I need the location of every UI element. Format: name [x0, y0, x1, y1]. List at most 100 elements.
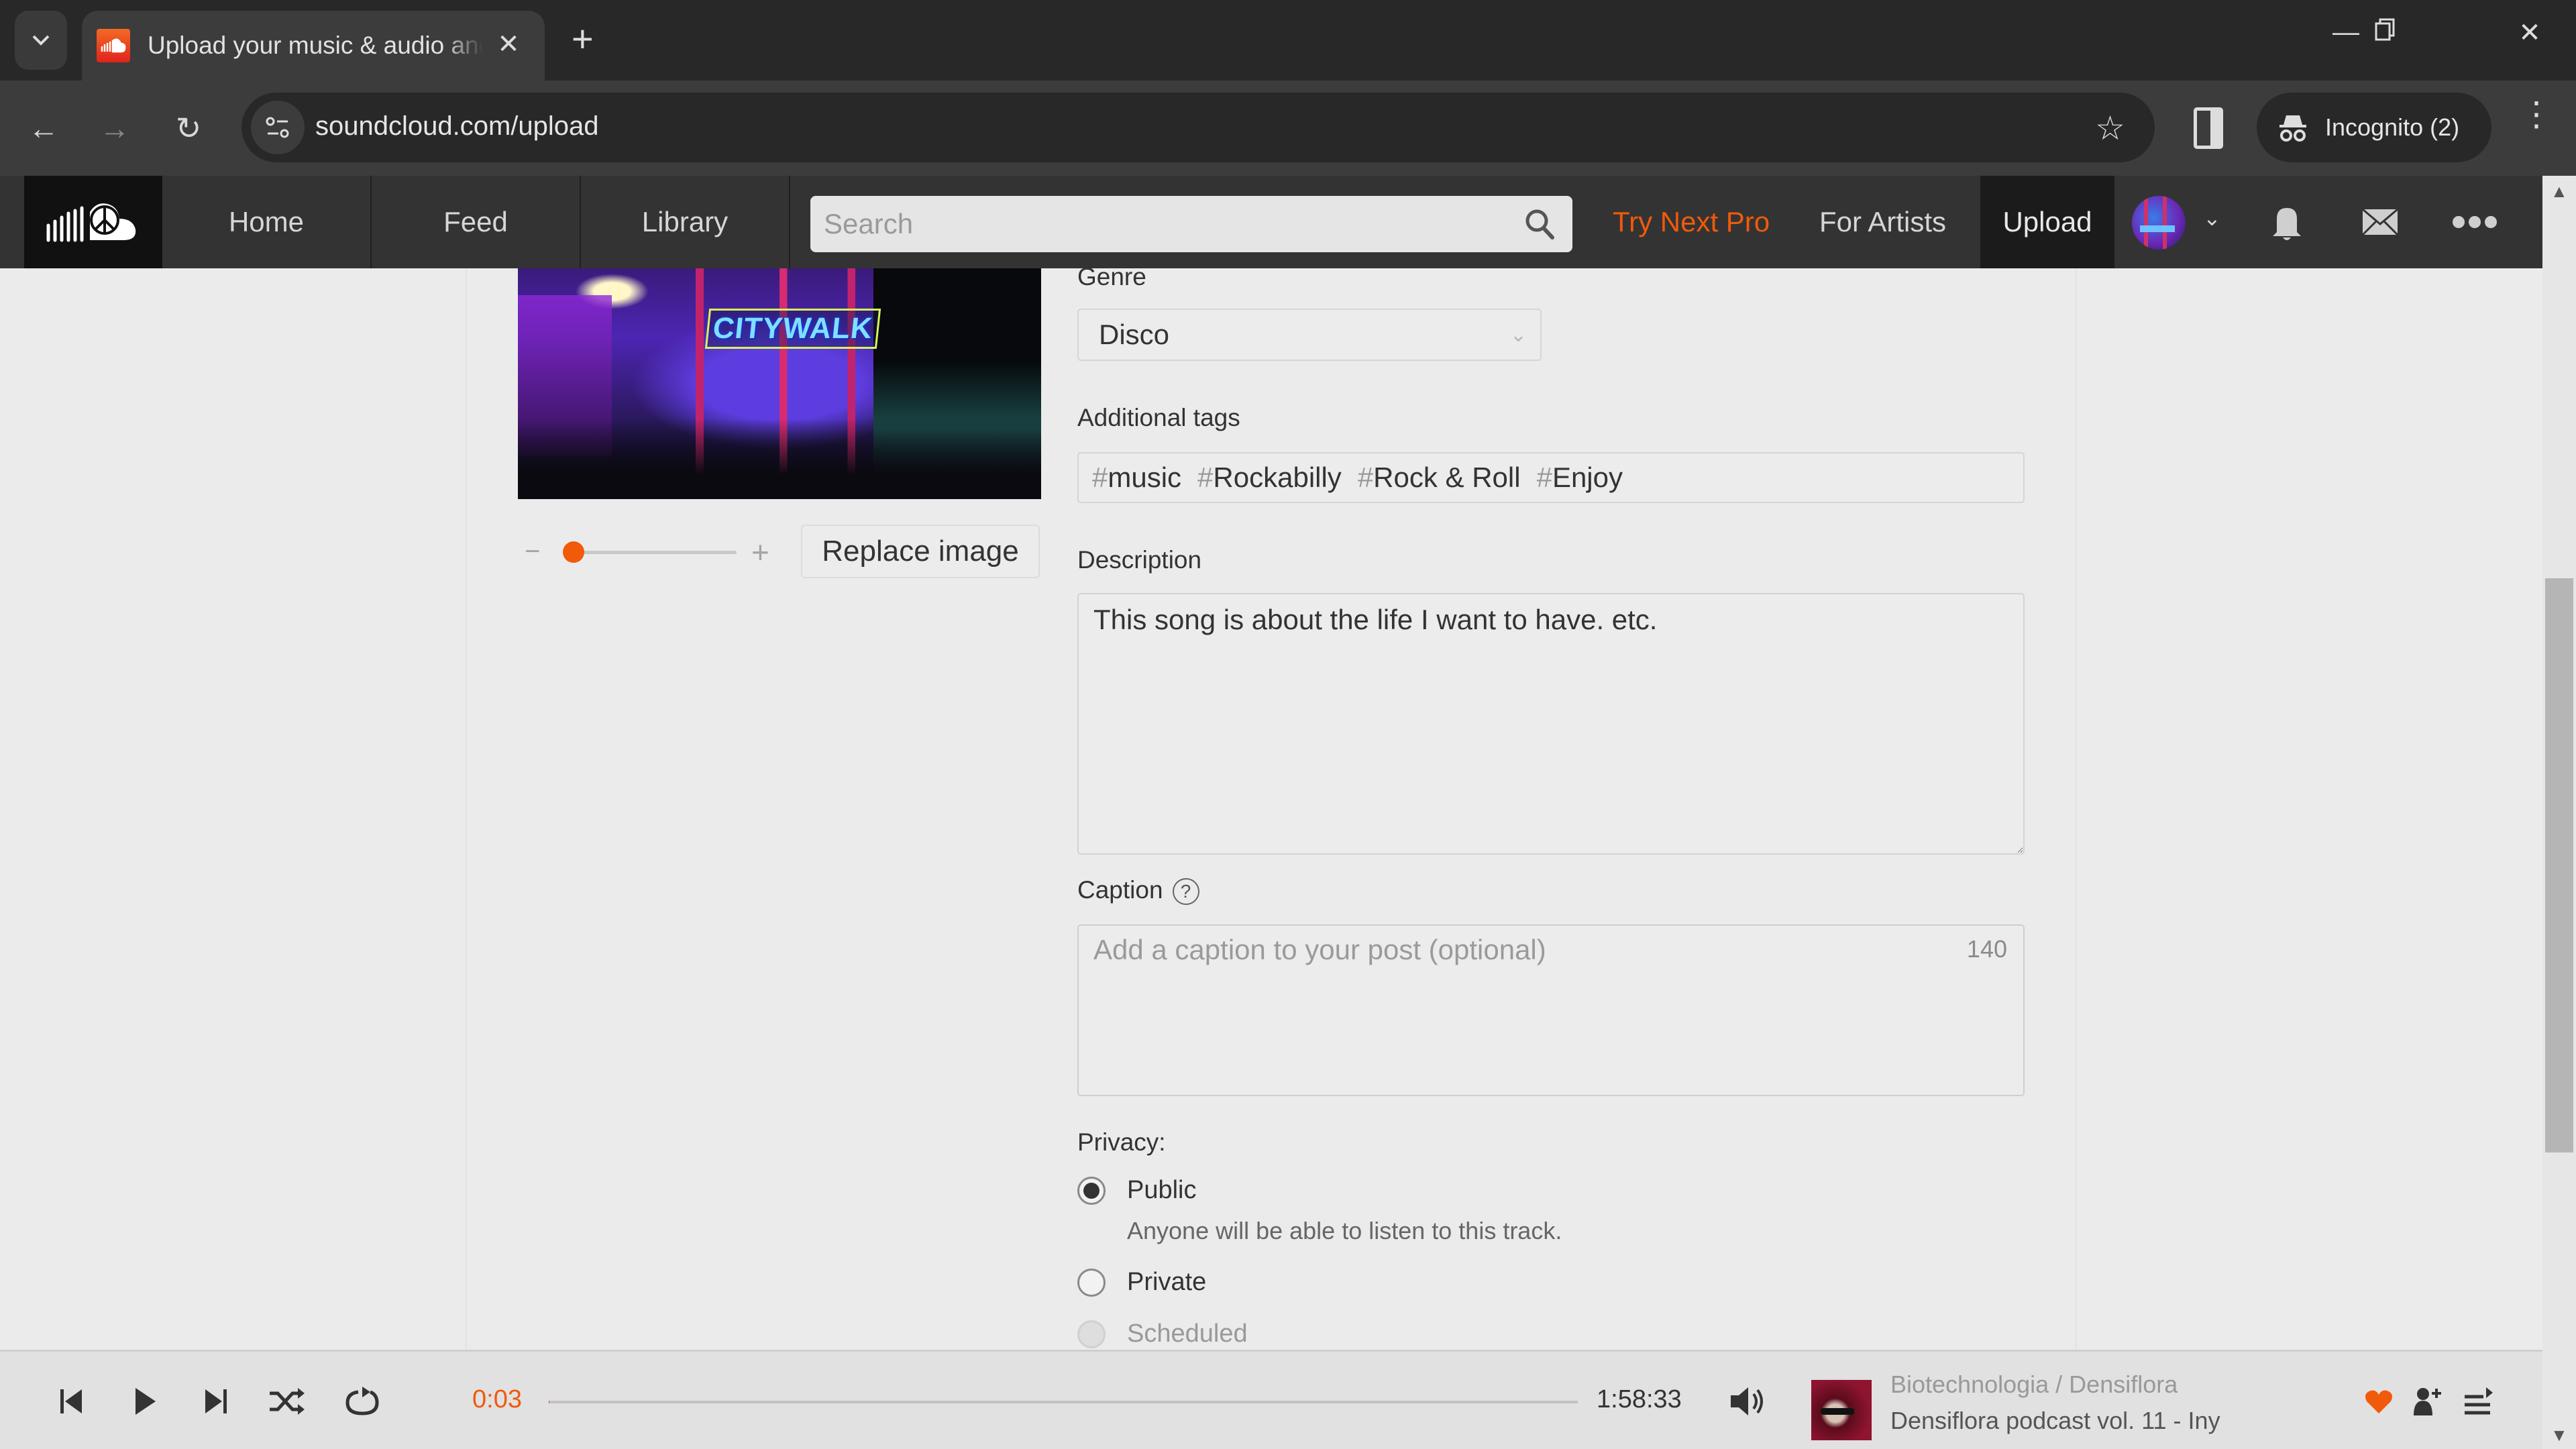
soundcloud-logo[interactable]	[24, 176, 162, 268]
browser-toolbar: ← → ↻ soundcloud.com/upload ☆ Incognito …	[0, 80, 2576, 176]
incognito-icon	[2279, 115, 2306, 142]
scroll-down-arrow-icon[interactable]: ▼	[2551, 1425, 2568, 1446]
radio-label: Private	[1127, 1268, 1207, 1296]
next-track-icon[interactable]	[195, 1380, 237, 1423]
column-divider	[2076, 268, 2077, 1350]
column-divider	[466, 268, 467, 1350]
caption-label: Caption	[1077, 876, 1163, 904]
public-description: Anyone will be able to listen to this tr…	[1127, 1217, 1562, 1244]
replace-image-button[interactable]: Replace image	[801, 525, 1040, 578]
side-panel-icon[interactable]	[2194, 107, 2223, 149]
radio-scheduled	[1077, 1320, 1106, 1348]
elapsed-time: 0:03	[472, 1385, 522, 1413]
back-icon[interactable]: ←	[20, 105, 67, 152]
upload-form-page: CITYWALK − + Replace image Genre Disco ⌄…	[0, 268, 2542, 1350]
caption-label-row: Caption?	[1077, 876, 1199, 906]
radio-label: Scheduled	[1127, 1320, 1248, 1348]
close-tab-icon[interactable]: ✕	[492, 28, 525, 60]
scrollbar-thumb[interactable]	[2545, 578, 2573, 1152]
soundcloud-logo-icon	[46, 203, 136, 242]
caption-field: 140	[1077, 924, 2025, 1096]
tag-chip[interactable]: #music	[1092, 462, 1181, 494]
nav-feed[interactable]: Feed	[372, 176, 581, 268]
nav-library[interactable]: Library	[581, 176, 790, 268]
zoom-slider-handle[interactable]	[562, 541, 584, 563]
track-artwork-image: CITYWALK	[518, 268, 1041, 499]
genre-value: Disco	[1099, 319, 1170, 350]
now-playing-artist[interactable]: Biotechnologia / Densiflora	[1890, 1371, 2178, 1399]
tag-chip[interactable]: #Rock & Roll	[1358, 462, 1521, 494]
more-options-icon[interactable]	[2451, 215, 2498, 229]
radio-label: Public	[1127, 1176, 1197, 1204]
messages-mail-icon[interactable]	[2361, 208, 2399, 236]
chevron-down-icon	[32, 35, 50, 46]
artwork-zoom-slider[interactable]	[562, 541, 737, 563]
volume-icon[interactable]	[1727, 1380, 1770, 1423]
browser-menu-icon[interactable]: ⋮	[2520, 97, 2553, 131]
playback-progress-bar[interactable]	[549, 1401, 1578, 1403]
additional-tags-label: Additional tags	[1077, 404, 1240, 431]
search-box	[810, 196, 1572, 252]
tag-chip[interactable]: #Rockabilly	[1197, 462, 1342, 494]
zoom-out-icon[interactable]: −	[525, 537, 540, 567]
user-avatar[interactable]	[2132, 196, 2186, 250]
browser-tab-active[interactable]: Upload your music & audio and share it w…	[82, 11, 545, 80]
zoom-in-icon[interactable]: +	[751, 534, 769, 570]
tag-chip[interactable]: #Enjoy	[1537, 462, 1623, 494]
chevron-down-icon[interactable]: ⌄	[2203, 205, 2221, 231]
bookmark-star-icon[interactable]: ☆	[2095, 109, 2125, 148]
incognito-label: Incognito (2)	[2325, 113, 2460, 141]
notifications-bell-icon[interactable]	[2270, 203, 2304, 243]
caption-char-counter: 140	[1966, 935, 2007, 963]
incognito-badge[interactable]: Incognito (2)	[2257, 93, 2491, 162]
caption-textarea[interactable]	[1079, 926, 2023, 1095]
radio-private[interactable]	[1077, 1268, 1106, 1297]
site-settings-icon[interactable]	[251, 101, 305, 154]
genre-label: Genre	[1077, 268, 1146, 290]
privacy-option-scheduled: Scheduled	[1077, 1320, 1248, 1348]
restore-window-icon[interactable]	[2361, 17, 2408, 48]
reload-icon[interactable]: ↻	[165, 105, 212, 152]
tab-title: Upload your music & audio and share it w…	[148, 32, 483, 59]
url-text: soundcloud.com/upload	[315, 111, 599, 141]
like-heart-icon[interactable]	[2357, 1380, 2400, 1423]
soundcloud-header: Home Feed Library Try Next Pro For Artis…	[0, 176, 2542, 268]
help-icon[interactable]: ?	[1172, 878, 1199, 906]
try-next-pro-link[interactable]: Try Next Pro	[1613, 176, 1770, 268]
follow-user-icon[interactable]	[2406, 1380, 2449, 1423]
browser-tabstrip: Upload your music & audio and share it w…	[0, 0, 2576, 80]
close-window-icon[interactable]: ✕	[2506, 17, 2553, 48]
genre-select[interactable]: Disco ⌄	[1077, 309, 1542, 361]
now-playing-title[interactable]: Densiflora podcast vol. 11 - Iny	[1890, 1407, 2220, 1435]
total-duration: 1:58:33	[1597, 1385, 1682, 1413]
chevron-down-icon: ⌄	[1509, 324, 1527, 346]
page-scrollbar[interactable]: ▲ ▼	[2542, 176, 2576, 1449]
artwork-sign-text: CITYWALK	[704, 309, 881, 349]
tab-search-button[interactable]	[15, 11, 67, 70]
scroll-up-arrow-icon[interactable]: ▲	[2551, 181, 2568, 202]
previous-track-icon[interactable]	[50, 1380, 93, 1423]
description-textarea[interactable]: This song is about the life I want to ha…	[1077, 593, 2025, 855]
description-label: Description	[1077, 546, 1202, 574]
upload-link[interactable]: Upload	[1980, 176, 2114, 268]
search-input[interactable]	[810, 196, 1572, 252]
privacy-label: Privacy:	[1077, 1128, 1166, 1156]
address-bar[interactable]: soundcloud.com/upload ☆	[241, 93, 2155, 162]
soundcloud-favicon-icon	[97, 29, 130, 62]
now-playing-artwork[interactable]	[1811, 1380, 1872, 1440]
radio-public[interactable]	[1077, 1176, 1106, 1205]
search-icon[interactable]	[1524, 208, 1555, 240]
nav-home[interactable]: Home	[162, 176, 372, 268]
shuffle-icon[interactable]	[266, 1380, 309, 1423]
new-tab-icon[interactable]: +	[572, 20, 594, 58]
for-artists-link[interactable]: For Artists	[1819, 176, 1946, 268]
additional-tags-input[interactable]: #music #Rockabilly #Rock & Roll #Enjoy	[1077, 452, 2025, 503]
privacy-option-public[interactable]: Public	[1077, 1176, 1197, 1205]
next-up-queue-icon[interactable]	[2458, 1380, 2501, 1423]
artwork-zoom-controls: − + Replace image	[518, 525, 1041, 578]
repeat-icon[interactable]	[341, 1380, 384, 1423]
privacy-option-private[interactable]: Private	[1077, 1268, 1206, 1297]
forward-icon[interactable]: →	[91, 105, 138, 152]
play-icon[interactable]	[123, 1380, 166, 1423]
playback-bar: 0:03 1:58:33 Biotechnologia / Densiflora…	[0, 1350, 2542, 1449]
